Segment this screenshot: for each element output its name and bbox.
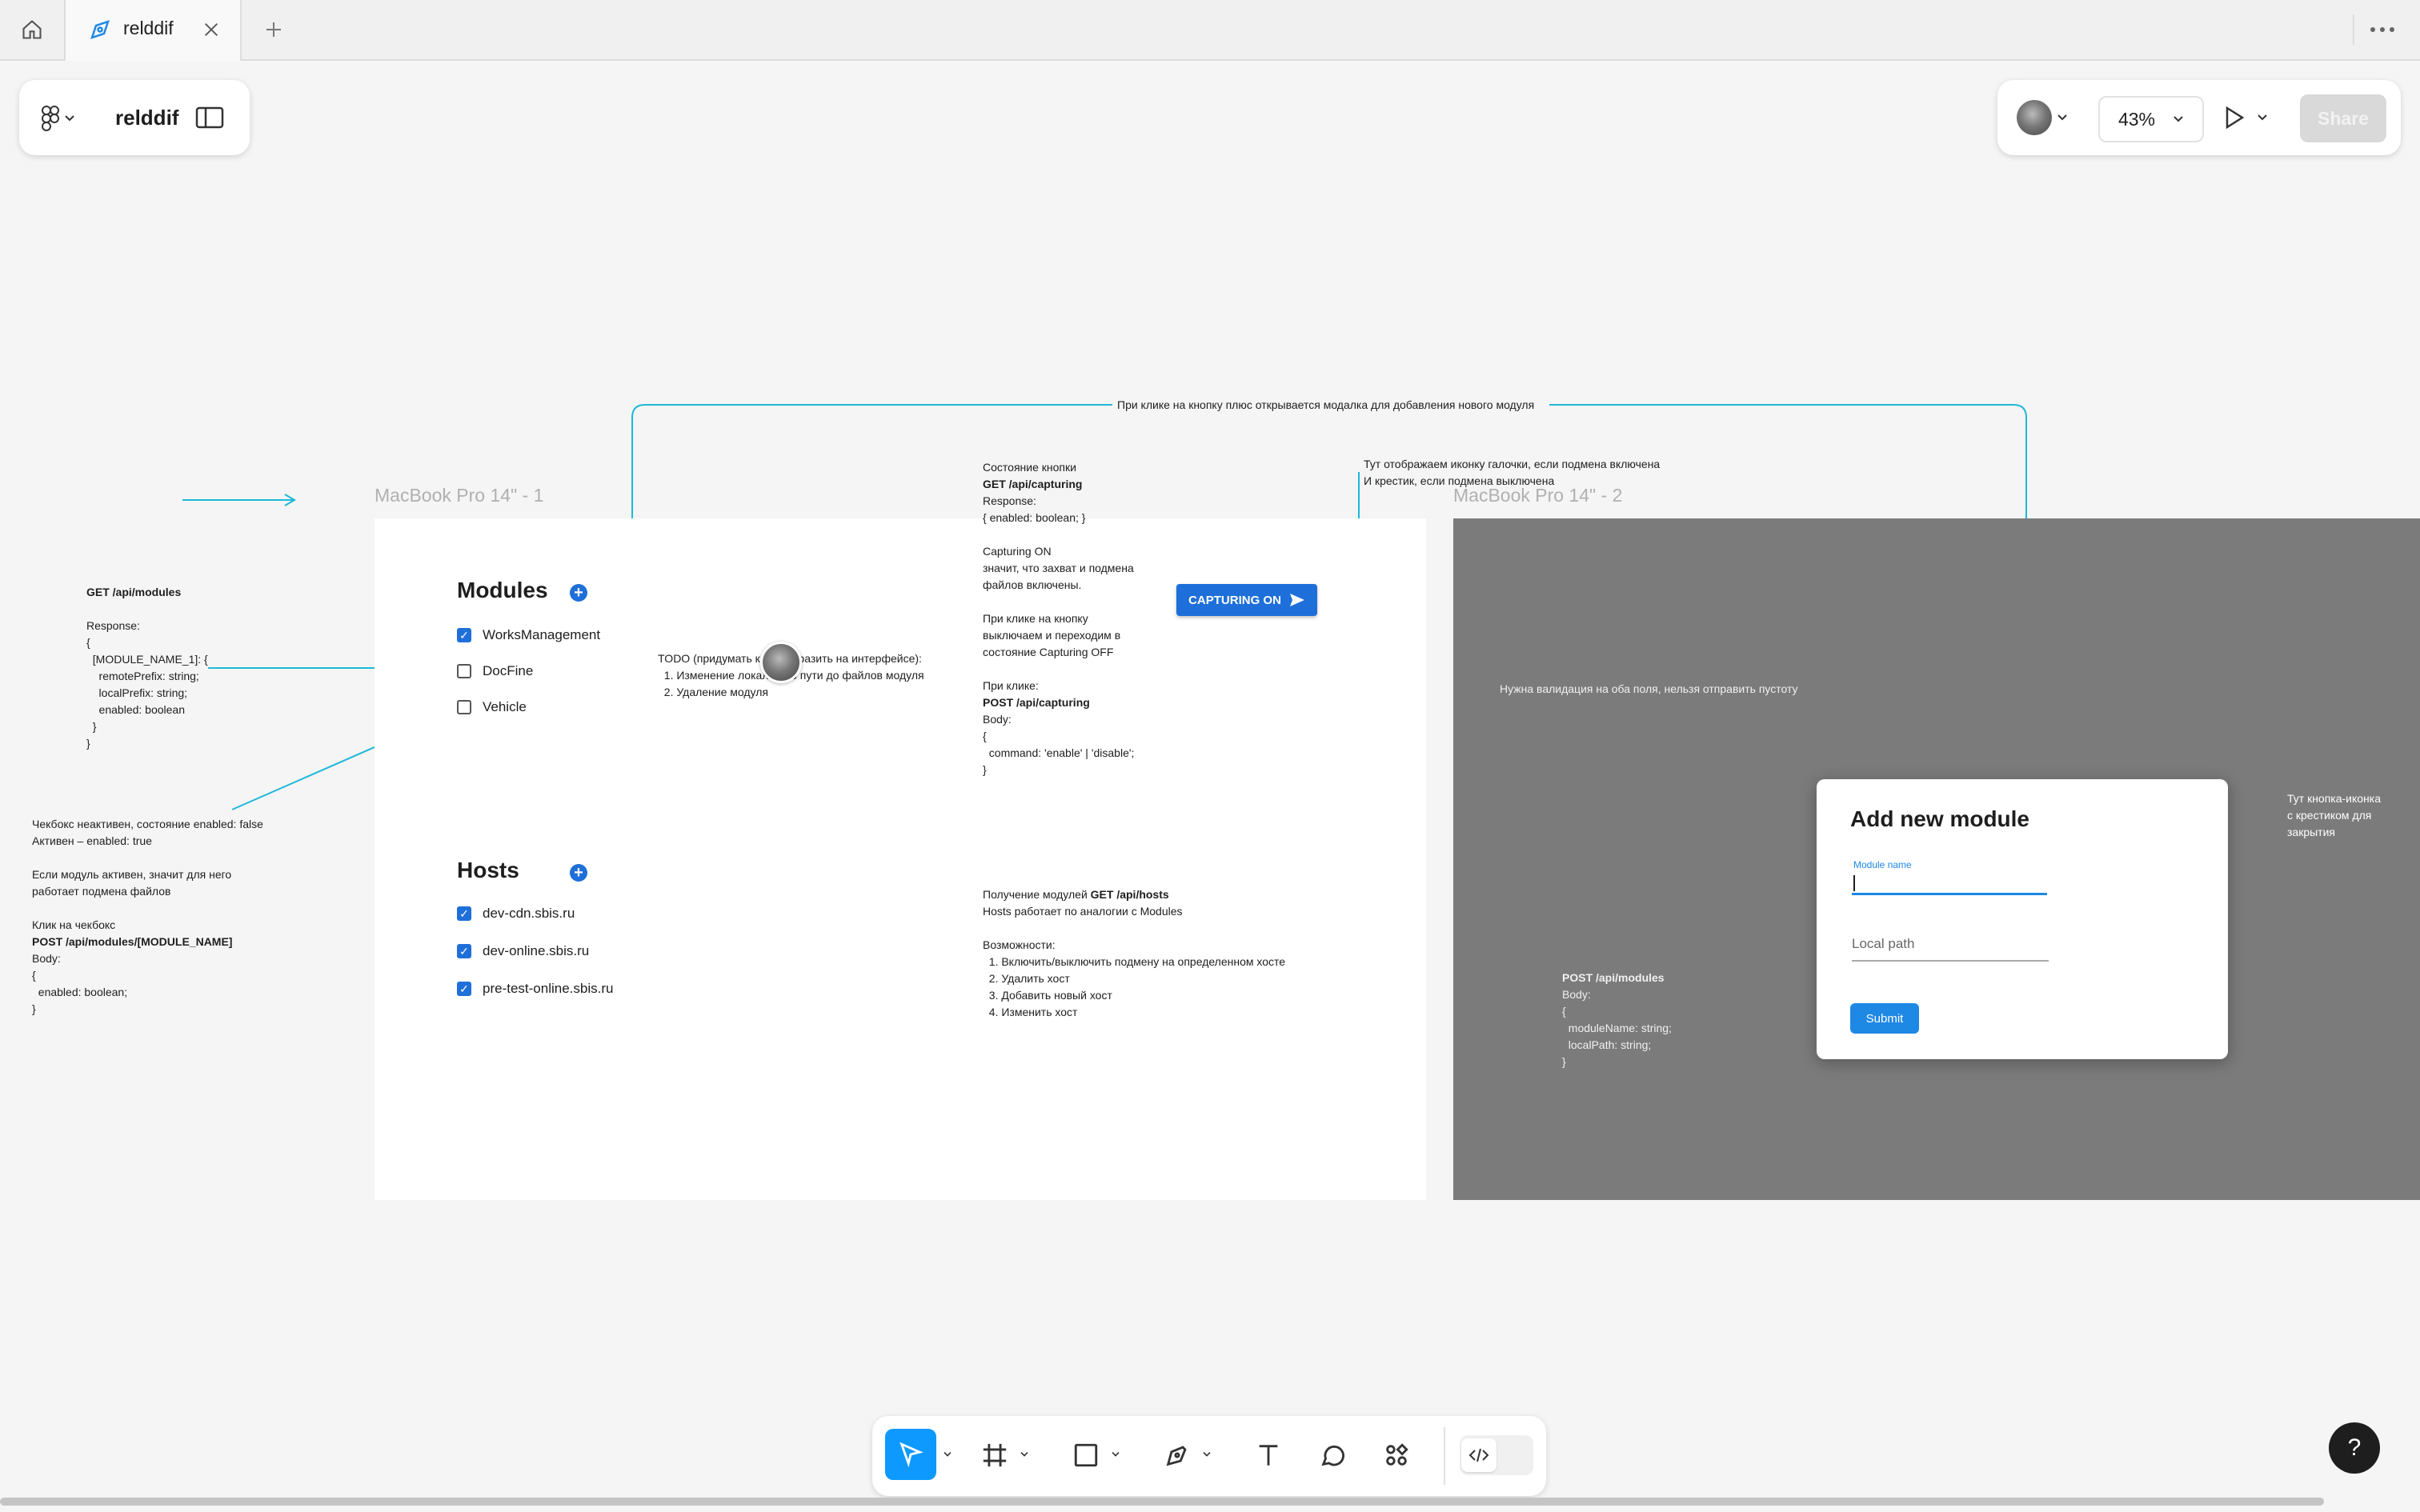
validation-note: Нужна валидация на оба поля, нельзя отпр… [1500,682,1798,695]
hosts-note-get: GET /api/hosts [1090,888,1169,901]
checkbox-note-body: Body: { enabled: boolean; } [32,952,128,1015]
get-modules-title: GET /api/modules [86,586,182,598]
checkbox-unchecked[interactable] [457,664,471,678]
rectangle-icon [1074,1443,1098,1467]
pen-tool-dropdown[interactable] [1199,1445,1215,1464]
plus-icon: + [574,864,583,882]
module-label: WorksManagement [483,627,601,642]
text-icon [1259,1445,1278,1466]
icon-note: Тут отображаем иконку галочки, если подм… [1364,458,1661,487]
host-label: pre-test-online.sbis.ru [483,981,614,996]
capturing-state-title: Состояние кнопки [983,461,1076,474]
plus-icon: + [574,584,583,602]
frame-tool-dropdown[interactable] [1016,1445,1032,1464]
post-modules-body: Body: { moduleName: string; localPath: s… [1562,988,1672,1068]
dev-mode-knob [1461,1438,1496,1472]
module-label: DocFine [483,663,534,678]
host-item[interactable]: ✓ pre-test-online.sbis.ru [457,981,613,997]
module-item-vehicle[interactable]: Vehicle [457,699,600,715]
post-modules-note: POST /api/modules Body: { moduleName: st… [1562,970,1672,1070]
modules-list: ✓ WorksManagement DocFine Vehicle [457,627,600,715]
text-tool-button[interactable] [1248,1435,1288,1475]
chevron-down-icon [1203,1452,1211,1457]
capturing-post: POST /api/capturing [983,696,1090,709]
top-connector-note: При клике на кнопку плюс открывается мод… [1112,397,1540,414]
capturing-toggle-button[interactable]: CAPTURING ON [1176,584,1317,616]
modal-title: Add new module [1850,806,2029,831]
bottom-toolbar [872,1416,1546,1496]
checkbox-checked[interactable]: ✓ [457,628,471,642]
add-host-button[interactable]: + [570,864,587,882]
frame-macbook-1: Modules + ✓ WorksManagement DocFine Vehic… [375,461,1426,1200]
checkbox-checked[interactable]: ✓ [457,906,471,921]
hosts-note: Получение модулей GET /api/hosts Hosts р… [983,886,1285,1021]
move-tool-button[interactable] [885,1429,936,1480]
host-item[interactable]: ✓ dev-cdn.sbis.ru [457,906,613,922]
checkbox-note-post: POST /api/modules/[MODULE_NAME] [32,935,233,948]
horizontal-scrollbar[interactable] [0,1498,2324,1506]
local-path-placeholder: Local path [1852,936,1915,951]
capturing-get: GET /api/capturing [983,478,1083,490]
host-label: dev-online.sbis.ru [483,943,590,958]
cursor-icon [899,1442,924,1468]
actions-tool-button[interactable] [1376,1435,1416,1475]
checkbox-note: Чекбокс неактивен, состояние enabled: fa… [32,816,263,1018]
checkbox-checked[interactable]: ✓ [457,944,471,958]
close-icon-note: Тут кнопка-иконка с крестиком для закрыт… [2287,792,2382,838]
get-modules-note: GET /api/modules Response: { [MODULE_NAM… [86,584,208,752]
module-name-label: Module name [1853,859,1912,870]
capturing-body: Body: { command: 'enable' | 'disable'; } [983,713,1135,776]
shape-tool-dropdown[interactable] [1108,1445,1124,1464]
pen-icon [1166,1446,1187,1466]
checkbox-unchecked[interactable] [457,700,471,714]
comment-tool-button[interactable] [1312,1435,1352,1475]
text-caret [1853,875,1855,891]
module-item-docfine[interactable]: DocFine [457,663,600,679]
module-label: Vehicle [483,699,527,714]
hosts-list: ✓ dev-cdn.sbis.ru ✓ dev-online.sbis.ru ✓ pr… [457,906,613,997]
chevron-down-icon [1020,1452,1028,1457]
pen-tool-button[interactable] [1157,1435,1197,1475]
actions-icon [1386,1443,1408,1466]
host-label: dev-cdn.sbis.ru [483,906,575,921]
submit-button[interactable]: Submit [1850,1003,1919,1034]
hosts-note-prefix: Получение модулей [983,888,1091,901]
hosts-note-body: Hosts работает по аналогии с Modules Воз… [983,905,1286,1018]
frame-icon [983,1443,1007,1467]
help-button[interactable]: ? [2329,1422,2380,1474]
frame-tool-button[interactable] [975,1435,1015,1475]
modules-heading: Modules [457,578,548,602]
collaborator-cursor-avatar [760,642,802,683]
local-path-input[interactable]: Local path [1852,936,2049,962]
code-icon [1468,1448,1489,1462]
comment-icon [1321,1445,1344,1466]
shape-tool-button[interactable] [1066,1435,1106,1475]
chevron-down-icon [1112,1452,1120,1457]
post-modules-title: POST /api/modules [1562,971,1665,984]
checkbox-note-text: Чекбокс неактивен, состояние enabled: fa… [32,818,263,931]
move-tool-dropdown[interactable] [940,1445,956,1464]
hosts-heading: Hosts [457,858,519,882]
capturing-state-note: Состояние кнопки GET /api/capturing Resp… [983,459,1134,778]
module-name-input[interactable] [1852,874,2047,895]
frame-label-1[interactable]: MacBook Pro 14" - 1 [375,485,543,506]
checkbox-checked[interactable]: ✓ [457,982,471,996]
add-module-button[interactable]: + [570,584,587,602]
get-modules-body: Response: { [MODULE_NAME_1]: { remotePre… [86,619,208,750]
capturing-label: CAPTURING ON [1188,593,1281,607]
toolbar-divider [1444,1427,1445,1485]
capturing-resp: Response: { enabled: boolean; } Capturin… [983,494,1134,692]
send-icon [1289,594,1304,606]
chevron-down-icon [944,1452,952,1457]
dev-mode-toggle[interactable] [1460,1435,1533,1475]
add-module-modal: Add new module Module name Local path Su… [1817,779,2228,1059]
module-item-worksmanagement[interactable]: ✓ WorksManagement [457,627,600,643]
host-item[interactable]: ✓ dev-online.sbis.ru [457,943,613,959]
